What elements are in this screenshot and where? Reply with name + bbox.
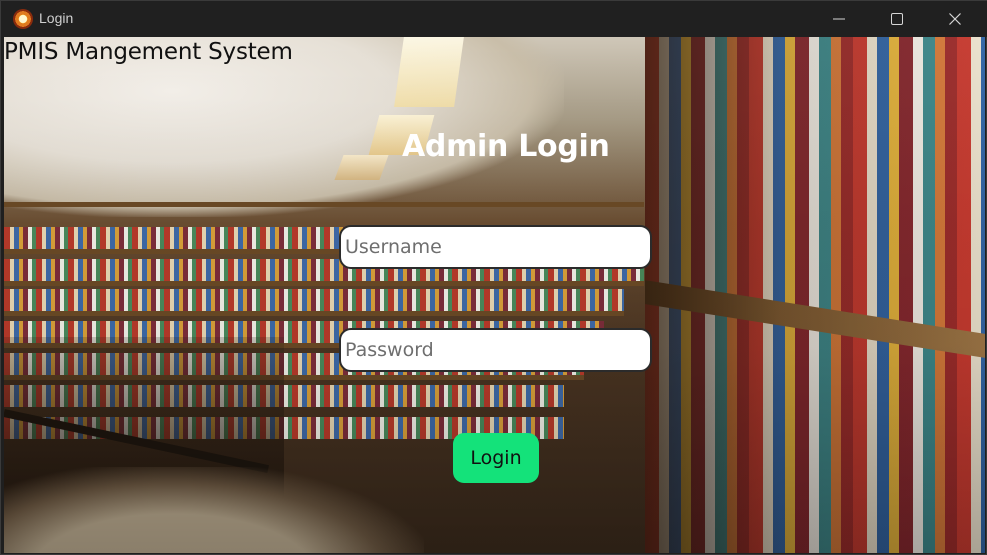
username-input[interactable] [339,225,652,269]
login-window: Login PMIS Mangement System Admin Login … [0,0,987,555]
window-title: Login [39,10,74,26]
password-input[interactable] [339,328,652,372]
page-title: Admin Login [402,129,610,164]
maximize-button[interactable] [868,1,926,37]
title-bar[interactable]: Login [1,1,987,37]
close-icon [949,13,961,25]
app-name-label: PMIS Mangement System [4,39,293,65]
close-button[interactable] [926,1,984,37]
app-logo-icon [13,9,33,29]
login-button[interactable]: Login [453,433,539,483]
login-panel: PMIS Mangement System Admin Login Login [4,37,985,553]
minimize-icon [833,18,845,20]
minimize-button[interactable] [810,1,868,37]
maximize-icon [891,13,903,25]
